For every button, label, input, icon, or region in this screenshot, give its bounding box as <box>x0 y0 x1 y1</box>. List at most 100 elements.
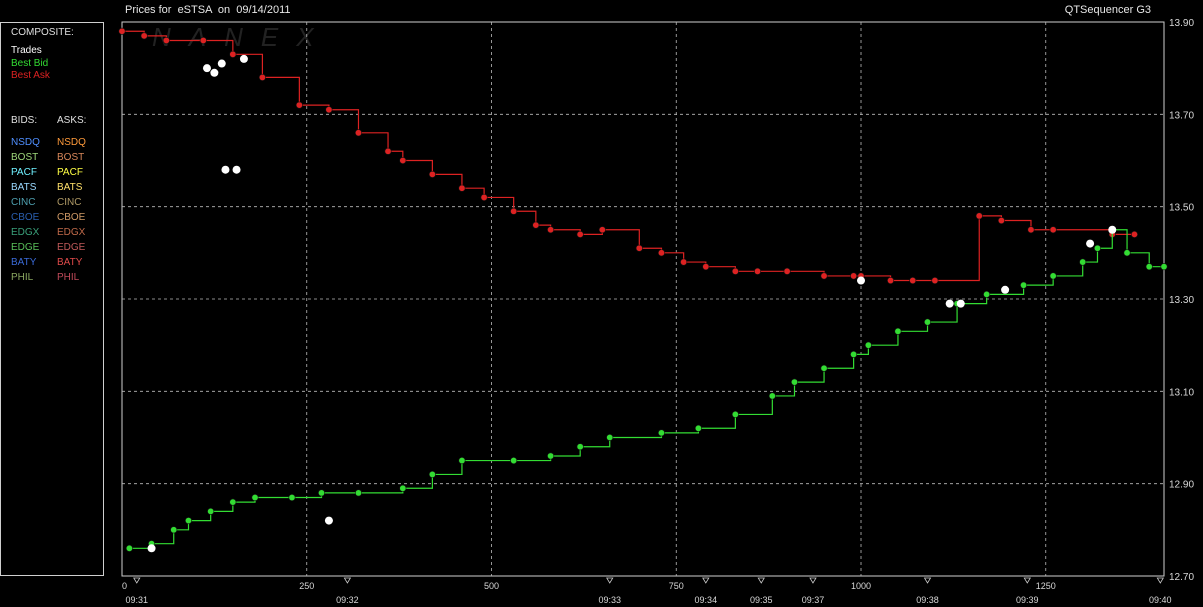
trade-point-10 <box>956 299 965 308</box>
best-bid-point-31 <box>1079 258 1087 266</box>
time-label-09:33: 09:33 <box>598 595 621 605</box>
time-marker-09:39 <box>1023 577 1031 584</box>
best-ask-point-14 <box>510 207 518 215</box>
best-bid-point-24 <box>864 341 872 349</box>
y-tick-12.90: 12.90 <box>1169 480 1194 491</box>
best-bid-point-10 <box>399 484 407 492</box>
best-bid-point-28 <box>983 290 991 298</box>
time-label-09:32: 09:32 <box>336 595 359 605</box>
best-ask-point-22 <box>702 263 710 271</box>
best-bid-point-15 <box>576 443 584 451</box>
time-label-09:34: 09:34 <box>695 595 718 605</box>
best-ask-point-32 <box>975 212 983 220</box>
time-marker-09:35 <box>757 577 765 584</box>
trade-point-9 <box>945 299 954 308</box>
best-bid-point-9 <box>354 489 362 497</box>
time-marker-09:31 <box>133 577 141 584</box>
best-ask-point-16 <box>547 226 555 234</box>
time-label-09:37: 09:37 <box>802 595 825 605</box>
best-bid-point-16 <box>606 433 614 441</box>
y-tick-13.30: 13.30 <box>1169 295 1194 306</box>
time-marker-09:32 <box>343 577 352 584</box>
x-tick-250: 250 <box>299 581 314 591</box>
best-ask-point-15 <box>532 221 540 229</box>
best-bid-point-29 <box>1020 281 1028 289</box>
best-bid-point-6 <box>251 494 259 502</box>
trade-point-2 <box>210 68 219 77</box>
best-bid-point-34 <box>1123 249 1131 257</box>
best-ask-point-29 <box>887 277 895 285</box>
time-marker-09:34 <box>702 577 710 584</box>
trade-point-6 <box>232 165 241 174</box>
trade-point-4 <box>239 54 248 63</box>
time-label-09:40: 09:40 <box>1149 595 1172 605</box>
x-tick-750: 750 <box>669 581 684 591</box>
trade-point-12 <box>1086 239 1095 248</box>
x-tick-1250: 1250 <box>1036 581 1056 591</box>
trade-point-1 <box>202 64 211 73</box>
trade-point-5 <box>221 165 230 174</box>
best-ask-point-31 <box>931 277 939 285</box>
best-ask-point-10 <box>399 157 407 165</box>
best-ask-point-4 <box>229 50 237 58</box>
best-bid-point-13 <box>510 457 518 465</box>
best-ask-point-9 <box>384 147 392 155</box>
time-marker-09:40 <box>1156 577 1165 584</box>
best-bid-point-17 <box>657 429 665 437</box>
best-bid-point-35 <box>1145 263 1153 271</box>
best-ask-point-6 <box>295 101 303 109</box>
best-ask-point-5 <box>258 73 266 81</box>
best-ask-point-20 <box>657 249 665 257</box>
best-ask-point-25 <box>783 267 791 275</box>
best-ask-point-11 <box>428 170 436 178</box>
best-ask-point-37 <box>1130 230 1138 238</box>
best-bid-point-25 <box>894 327 902 335</box>
best-ask-point-23 <box>731 267 739 275</box>
best-ask-point-17 <box>576 230 584 238</box>
best-bid-point-12 <box>458 457 466 465</box>
time-label-09:38: 09:38 <box>916 595 939 605</box>
best-bid-point-32 <box>1093 244 1101 252</box>
best-bid-point-5 <box>229 498 237 506</box>
time-label-09:35: 09:35 <box>750 595 773 605</box>
time-marker-09:38 <box>923 577 932 584</box>
best-bid-point-36 <box>1160 263 1168 271</box>
y-tick-12.70: 12.70 <box>1169 572 1194 583</box>
best-bid-point-2 <box>170 526 178 534</box>
best-bid-point-14 <box>547 452 555 460</box>
best-bid-point-21 <box>790 378 798 386</box>
best-bid-point-26 <box>924 318 932 326</box>
best-ask-point-26 <box>820 272 828 280</box>
best-bid-point-11 <box>428 470 436 478</box>
watermark: NANEX <box>152 22 332 52</box>
trade-point-13 <box>1108 225 1117 234</box>
best-ask-point-18 <box>598 226 606 234</box>
best-bid-point-20 <box>768 392 776 400</box>
trade-point-3 <box>217 59 226 68</box>
best-ask-point-8 <box>354 129 362 137</box>
best-ask-point-7 <box>325 106 333 114</box>
time-label-09:31: 09:31 <box>126 595 149 605</box>
best-ask-point-21 <box>680 258 688 266</box>
best-bid-point-4 <box>207 507 215 515</box>
y-tick-13.90: 13.90 <box>1169 18 1194 29</box>
time-label-09:39: 09:39 <box>1016 595 1039 605</box>
best-ask-point-30 <box>909 277 917 285</box>
best-ask-point-1 <box>140 32 148 40</box>
best-ask-point-27 <box>850 272 858 280</box>
best-ask-point-34 <box>1027 226 1035 234</box>
x-tick-1000: 1000 <box>851 581 871 591</box>
y-tick-13.50: 13.50 <box>1169 203 1194 214</box>
best-bid-point-7 <box>288 494 296 502</box>
best-bid-point-19 <box>731 410 739 418</box>
best-ask-point-24 <box>754 267 762 275</box>
best-ask-point-13 <box>480 193 488 201</box>
best-ask-point-35 <box>1049 226 1057 234</box>
best-ask-point-2 <box>162 36 170 44</box>
trade-point-11 <box>1001 285 1010 294</box>
price-chart: NANEX 13.90 13.70 13.50 13.30 13.10 12.90 12.70… <box>118 18 1194 605</box>
y-tick-13.10: 13.10 <box>1169 387 1194 398</box>
best-bid-point-23 <box>850 350 858 358</box>
best-bid-point-8 <box>318 489 326 497</box>
x-tick-500: 500 <box>484 581 499 591</box>
